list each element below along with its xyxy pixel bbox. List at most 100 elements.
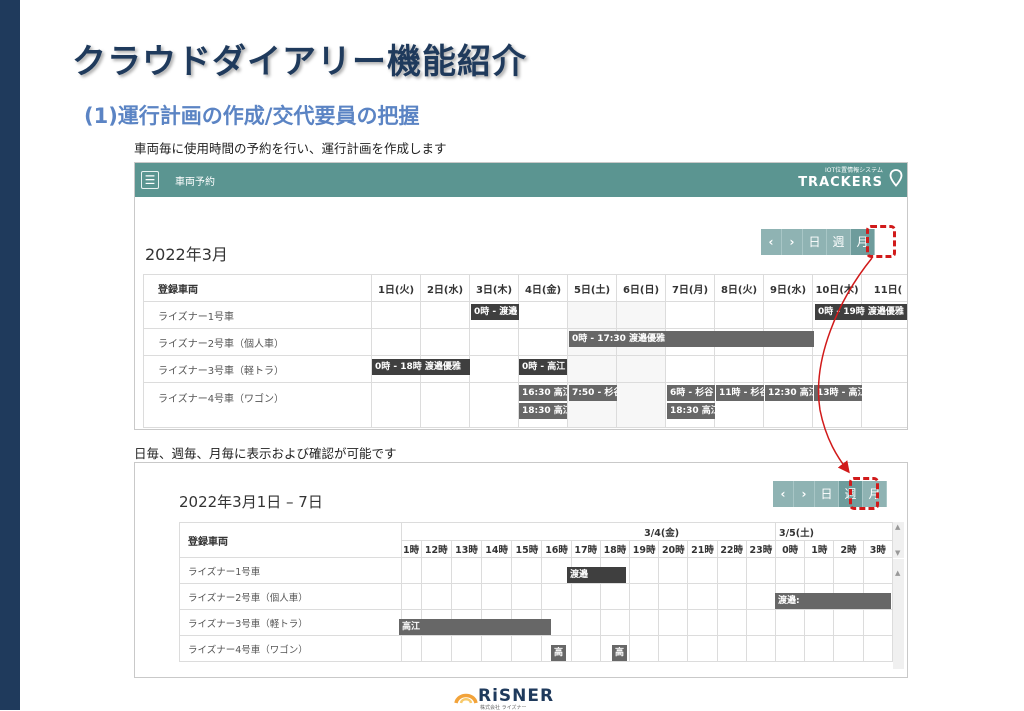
prev-button[interactable]: ‹ (773, 481, 794, 507)
day-cell[interactable] (665, 355, 715, 383)
day-cell[interactable] (371, 328, 421, 356)
hour-cell[interactable] (481, 635, 513, 662)
hour-cell[interactable] (687, 583, 718, 610)
reservation-event[interactable]: 6時 - 杉谷 (667, 385, 715, 401)
day-cell[interactable] (371, 382, 421, 428)
reservation-event[interactable]: 7:50 - 杉谷 (569, 385, 617, 401)
hour-cell[interactable] (804, 635, 835, 662)
reservation-event[interactable]: 渡邉: (775, 593, 891, 609)
hour-cell[interactable] (511, 557, 543, 584)
hour-cell[interactable] (775, 609, 806, 636)
reservation-event[interactable]: 13時 - 高江 (814, 385, 862, 401)
reservation-event[interactable]: 渡邉 (567, 567, 626, 583)
day-cell[interactable] (567, 301, 617, 329)
prev-button[interactable]: ‹ (761, 229, 782, 255)
hour-cell[interactable] (862, 557, 894, 584)
day-cell[interactable] (714, 355, 764, 383)
hour-cell[interactable] (745, 583, 777, 610)
day-cell[interactable] (812, 355, 862, 383)
scroll-up-icon[interactable]: ▲ (895, 569, 900, 577)
day-cell[interactable] (763, 355, 813, 383)
hour-cell[interactable] (570, 635, 601, 662)
day-cell[interactable] (861, 382, 907, 428)
hour-cell[interactable] (745, 609, 777, 636)
day-cell[interactable] (420, 382, 470, 428)
day-cell[interactable] (616, 301, 666, 329)
hour-cell[interactable] (450, 557, 483, 584)
hour-cell[interactable] (629, 557, 660, 584)
hour-cell[interactable] (687, 557, 718, 584)
hour-cell[interactable] (629, 635, 660, 662)
hour-cell[interactable] (420, 635, 452, 662)
hour-cell[interactable] (658, 583, 689, 610)
hour-cell[interactable] (716, 557, 747, 584)
reservation-event[interactable]: 0時 - 渡邉 (471, 304, 519, 320)
week-view-button[interactable]: 週 (827, 229, 851, 255)
day-cell[interactable] (371, 301, 421, 329)
day-cell[interactable] (812, 328, 862, 356)
reservation-event[interactable]: 高 (612, 645, 627, 661)
reservation-event[interactable]: 0時 - 19時 渡邉優雅 (815, 304, 907, 320)
day-cell[interactable] (861, 328, 907, 356)
hour-cell[interactable] (687, 609, 718, 636)
hour-cell[interactable] (833, 635, 864, 662)
day-cell[interactable] (616, 382, 666, 428)
day-cell[interactable] (665, 301, 715, 329)
day-cell[interactable] (420, 301, 470, 329)
hour-cell[interactable] (599, 583, 631, 610)
day-cell[interactable] (469, 382, 519, 428)
reservation-event[interactable]: 11時 - 杉谷 (716, 385, 764, 401)
hour-cell[interactable] (541, 583, 572, 610)
hour-cell[interactable] (804, 609, 835, 636)
scroll-down-icon[interactable]: ▼ (895, 549, 900, 557)
reservation-event[interactable]: 高江 (399, 619, 551, 635)
day-cell[interactable] (469, 355, 519, 383)
hour-cell[interactable] (400, 635, 422, 662)
reservation-event[interactable]: 高 (551, 645, 566, 661)
next-button[interactable]: › (794, 481, 815, 507)
hour-cell[interactable] (481, 583, 513, 610)
hour-cell[interactable] (481, 557, 513, 584)
hour-cell[interactable] (420, 583, 452, 610)
hour-cell[interactable] (687, 635, 718, 662)
next-button[interactable]: › (782, 229, 803, 255)
hour-cell[interactable] (775, 557, 806, 584)
hour-cell[interactable] (775, 635, 806, 662)
reservation-event[interactable]: 18:30 高江 (667, 403, 715, 419)
hour-cell[interactable] (511, 635, 543, 662)
day-cell[interactable] (518, 328, 568, 356)
hour-cell[interactable] (400, 583, 422, 610)
day-view-button[interactable]: 日 (803, 229, 827, 255)
day-view-button[interactable]: 日 (815, 481, 839, 507)
hour-cell[interactable] (599, 609, 631, 636)
hour-cell[interactable] (570, 609, 601, 636)
hour-cell[interactable] (716, 583, 747, 610)
hour-cell[interactable] (862, 635, 894, 662)
hour-cell[interactable] (658, 609, 689, 636)
day-cell[interactable] (714, 301, 764, 329)
day-cell[interactable] (567, 355, 617, 383)
reservation-event[interactable]: 12:30 高江 (765, 385, 813, 401)
hour-cell[interactable] (862, 609, 894, 636)
reservation-event[interactable]: 16:30 高江 (519, 385, 567, 401)
day-cell[interactable] (861, 355, 907, 383)
hour-cell[interactable] (450, 583, 483, 610)
hour-cell[interactable] (511, 583, 543, 610)
hour-cell[interactable] (833, 609, 864, 636)
hour-cell[interactable] (400, 557, 422, 584)
hour-cell[interactable] (745, 635, 777, 662)
day-cell[interactable] (420, 328, 470, 356)
hour-cell[interactable] (629, 583, 660, 610)
hour-cell[interactable] (804, 557, 835, 584)
hour-cell[interactable] (658, 557, 689, 584)
hour-cell[interactable] (450, 635, 483, 662)
hour-cell[interactable] (570, 583, 601, 610)
scroll-up-icon[interactable]: ▲ (895, 523, 900, 531)
reservation-event[interactable]: 0時 - 高江 (519, 359, 567, 375)
hour-cell[interactable] (420, 557, 452, 584)
reservation-event[interactable]: 0時 - 18時 渡邉優雅 (372, 359, 470, 375)
hour-cell[interactable] (745, 557, 777, 584)
hour-cell[interactable] (716, 635, 747, 662)
day-cell[interactable] (469, 328, 519, 356)
reservation-event[interactable]: 18:30 高江 (519, 403, 567, 419)
